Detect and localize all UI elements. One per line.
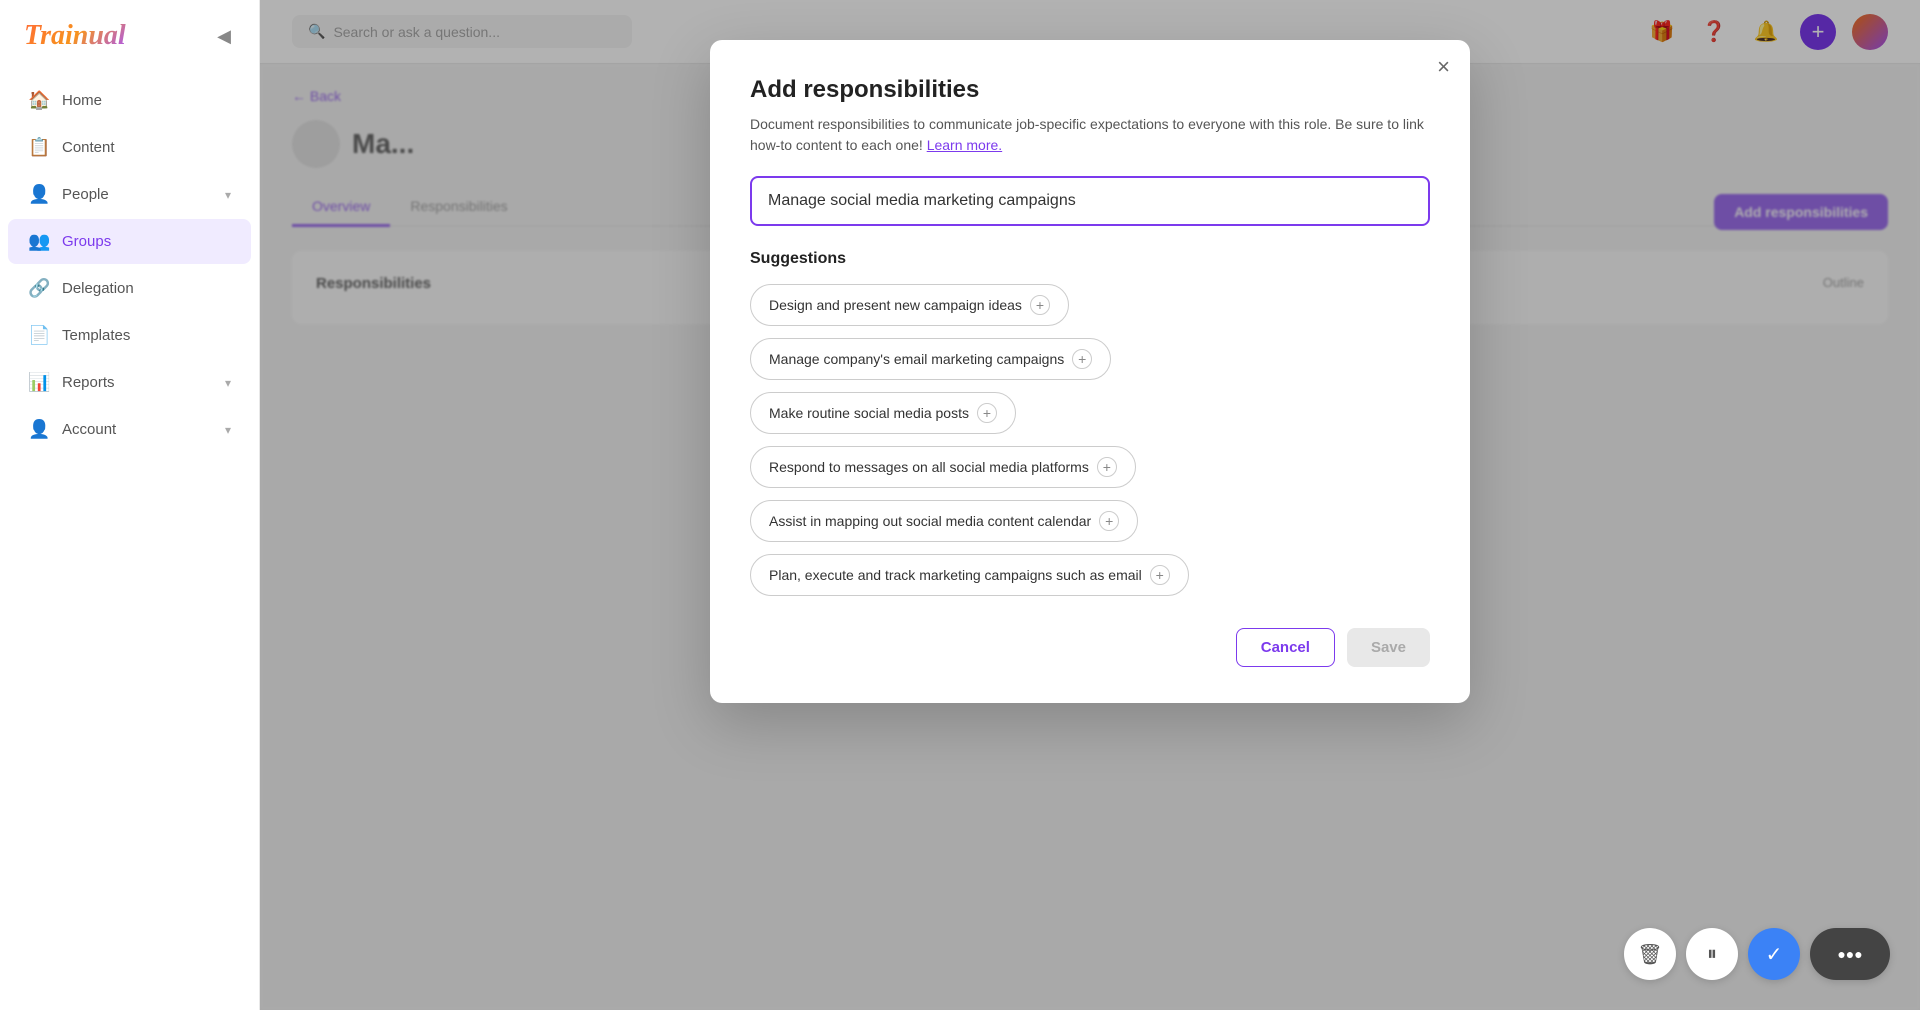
add-responsibilities-modal: × Add responsibilities Document responsi…: [710, 40, 1470, 703]
bottom-actions: 🗑 ⏸ ✓ ●●●: [1624, 928, 1890, 980]
sidebar-item-people[interactable]: 👤 People ▾: [8, 172, 251, 217]
sidebar: Trainual ◀ 🏠 Home 📋 Content 👤 People ▾ 👥…: [0, 0, 260, 1010]
sidebar-item-label-account: Account: [62, 421, 213, 438]
home-icon: 🏠: [28, 90, 50, 111]
modal-close-button[interactable]: ×: [1437, 56, 1450, 78]
save-button: Save: [1347, 628, 1430, 667]
suggestion-text-5: Assist in mapping out social media conte…: [769, 513, 1091, 529]
sidebar-item-label-reports: Reports: [62, 374, 213, 391]
groups-icon: 👥: [28, 231, 50, 252]
add-suggestion-icon-6: +: [1150, 565, 1170, 585]
responsibility-input[interactable]: [750, 176, 1430, 226]
cancel-button[interactable]: Cancel: [1236, 628, 1335, 667]
suggestion-text-1: Design and present new campaign ideas: [769, 297, 1022, 313]
more-button[interactable]: ●●●: [1810, 928, 1890, 980]
suggestions-list: Design and present new campaign ideas + …: [750, 284, 1430, 596]
account-icon: 👤: [28, 419, 50, 440]
sidebar-item-label-people: People: [62, 186, 213, 203]
suggestion-chip-1[interactable]: Design and present new campaign ideas +: [750, 284, 1069, 326]
add-suggestion-icon-4: +: [1097, 457, 1117, 477]
pause-button[interactable]: ⏸: [1686, 928, 1738, 980]
templates-icon: 📄: [28, 325, 50, 346]
logo: Trainual: [24, 20, 126, 52]
sidebar-item-groups[interactable]: 👥 Groups: [8, 219, 251, 264]
sidebar-item-label-groups: Groups: [62, 233, 231, 250]
sidebar-item-label-home: Home: [62, 92, 231, 109]
sidebar-item-delegation[interactable]: 🔗 Delegation: [8, 266, 251, 311]
sidebar-item-label-content: Content: [62, 139, 231, 156]
content-icon: 📋: [28, 137, 50, 158]
suggestions-title: Suggestions: [750, 250, 1430, 268]
learn-more-link[interactable]: Learn more.: [927, 137, 1002, 153]
modal-description: Document responsibilities to communicate…: [750, 114, 1430, 156]
modal-footer: Cancel Save: [750, 628, 1430, 667]
delete-button[interactable]: 🗑: [1624, 928, 1676, 980]
more-icon: ●●●: [1837, 946, 1862, 962]
modal-overlay: × Add responsibilities Document responsi…: [260, 0, 1920, 1010]
add-suggestion-icon-1: +: [1030, 295, 1050, 315]
suggestion-chip-4[interactable]: Respond to messages on all social media …: [750, 446, 1136, 488]
add-suggestion-icon-2: +: [1072, 349, 1092, 369]
suggestion-text-6: Plan, execute and track marketing campai…: [769, 567, 1142, 583]
check-icon: ✓: [1766, 942, 1783, 967]
sidebar-item-label-delegation: Delegation: [62, 280, 231, 297]
suggestion-chip-5[interactable]: Assist in mapping out social media conte…: [750, 500, 1138, 542]
sidebar-item-reports[interactable]: 📊 Reports ▾: [8, 360, 251, 405]
people-icon: 👤: [28, 184, 50, 205]
delete-icon: 🗑: [1637, 942, 1662, 967]
chevron-down-icon: ▾: [225, 188, 231, 202]
app-layout: Trainual ◀ 🏠 Home 📋 Content 👤 People ▾ 👥…: [0, 0, 1920, 1010]
suggestion-text-3: Make routine social media posts: [769, 405, 969, 421]
confirm-button[interactable]: ✓: [1748, 928, 1800, 980]
delegation-icon: 🔗: [28, 278, 50, 299]
chevron-down-icon: ▾: [225, 376, 231, 390]
suggestion-text-2: Manage company's email marketing campaig…: [769, 351, 1064, 367]
sidebar-item-home[interactable]: 🏠 Home: [8, 78, 251, 123]
suggestion-text-4: Respond to messages on all social media …: [769, 459, 1089, 475]
sidebar-item-templates[interactable]: 📄 Templates: [8, 313, 251, 358]
suggestion-chip-3[interactable]: Make routine social media posts +: [750, 392, 1016, 434]
add-suggestion-icon-5: +: [1099, 511, 1119, 531]
chevron-down-icon: ▾: [225, 423, 231, 437]
sidebar-item-content[interactable]: 📋 Content: [8, 125, 251, 170]
pause-icon: ⏸: [1707, 943, 1717, 966]
suggestion-chip-6[interactable]: Plan, execute and track marketing campai…: [750, 554, 1189, 596]
modal-title: Add responsibilities: [750, 76, 1430, 104]
suggestion-chip-2[interactable]: Manage company's email marketing campaig…: [750, 338, 1111, 380]
reports-icon: 📊: [28, 372, 50, 393]
sidebar-collapse-button[interactable]: ◀: [213, 22, 235, 51]
add-suggestion-icon-3: +: [977, 403, 997, 423]
sidebar-nav: 🏠 Home 📋 Content 👤 People ▾ 👥 Groups 🔗 D…: [0, 68, 259, 1010]
sidebar-logo-area: Trainual ◀: [0, 0, 259, 68]
sidebar-item-label-templates: Templates: [62, 327, 231, 344]
main-content: 🔍 Search or ask a question... 🎁 ❓ 🔔 +: [260, 0, 1920, 1010]
sidebar-item-account[interactable]: 👤 Account ▾: [8, 407, 251, 452]
